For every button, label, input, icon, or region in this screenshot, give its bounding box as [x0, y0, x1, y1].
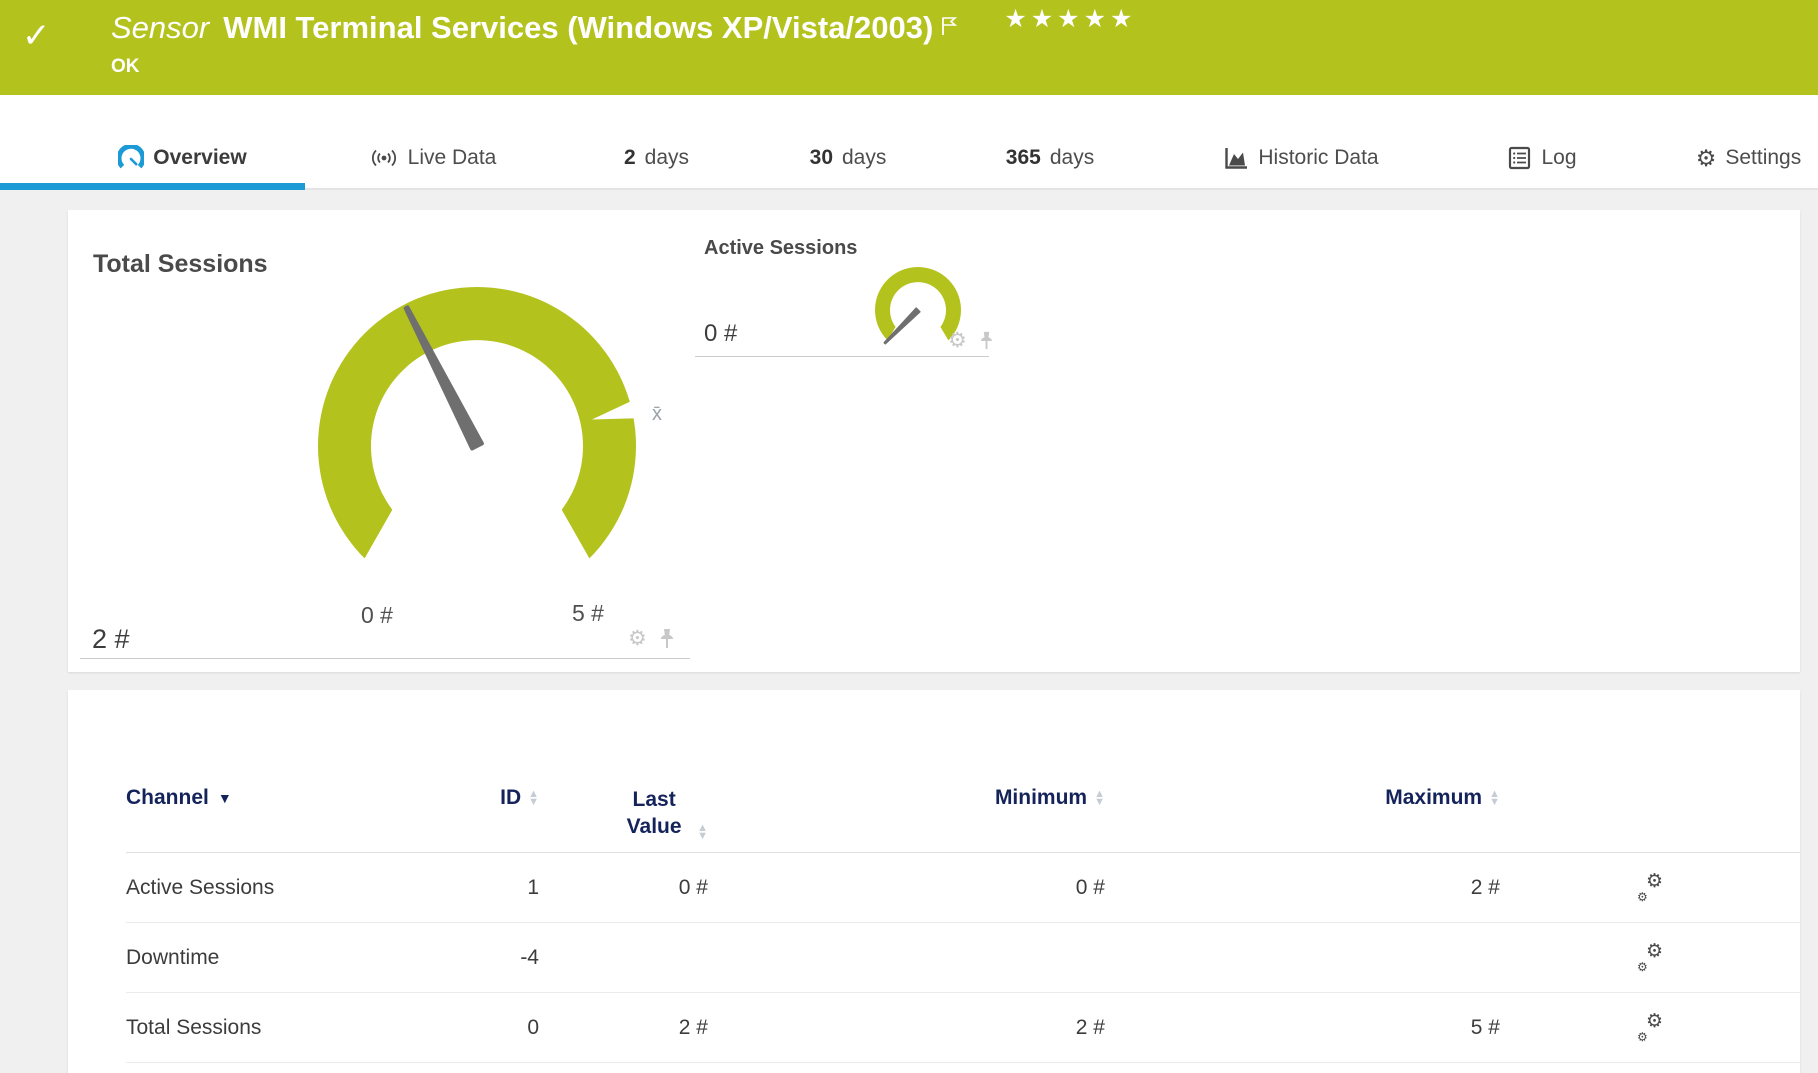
active-sessions-widget-controls: ⚙ [948, 328, 993, 353]
total-sessions-widget-controls: ⚙ [628, 626, 674, 651]
channel-name[interactable]: Total Sessions [126, 1016, 481, 1040]
channel-last-value: 0 # [679, 876, 708, 900]
status-badge: OK [111, 56, 140, 78]
tab-live-data[interactable]: Live Data [360, 141, 505, 175]
pin-icon[interactable] [660, 628, 674, 649]
column-header-maximum[interactable]: Maximum▲▼ [1385, 786, 1500, 810]
tab-365-days[interactable]: 365 days [995, 141, 1105, 175]
gauge-average-marker: x̄ [652, 403, 662, 425]
channel-id: 0 [527, 1016, 539, 1040]
widget-gear-icon[interactable]: ⚙ [628, 626, 647, 651]
column-header-minimum[interactable]: Minimum▲▼ [995, 786, 1105, 810]
total-sessions-value: 2 # [92, 624, 130, 655]
sensor-title-line: Sensor WMI Terminal Services (Windows XP/… [111, 10, 1136, 46]
status-check-icon: ✓ [22, 16, 51, 56]
gauge-max-label: 5 # [572, 600, 604, 627]
historic-data-icon [1223, 146, 1249, 171]
active-sessions-gauge-title: Active Sessions [704, 237, 857, 260]
tab-bar: Overview Live Data 2 days 30 days 365 da… [0, 95, 1818, 190]
column-header-channel[interactable]: Channel▼ [126, 786, 481, 810]
live-data-icon [369, 146, 399, 170]
tab-log[interactable]: Log [1503, 141, 1581, 175]
channel-maximum: 5 # [1471, 1016, 1500, 1040]
page-title: WMI Terminal Services (Windows XP/Vista/… [223, 10, 933, 45]
sorted-desc-icon: ▼ [218, 790, 232, 806]
sort-icons: ▲▼ [1094, 790, 1105, 806]
active-sessions-value: 0 # [704, 320, 737, 348]
table-header-row: Channel▼ ID▲▼ Last Value▲▼ Minimum▲▼ Max… [126, 690, 1800, 853]
table-row[interactable]: Active Sessions 1 0 # 0 # 2 # ⚙⚙ [126, 853, 1800, 923]
sort-icons: ▲▼ [528, 790, 539, 806]
object-kind-label: Sensor [111, 10, 209, 45]
channel-minimum: 0 # [1076, 876, 1105, 900]
tab-settings[interactable]: ⚙ Settings [1685, 141, 1812, 175]
channel-minimum: 2 # [1076, 1016, 1105, 1040]
channel-last-value: 2 # [679, 1016, 708, 1040]
total-sessions-gauge-title: Total Sessions [93, 250, 268, 279]
priority-stars[interactable]: ★★★★★ [1004, 4, 1136, 34]
tab-historic-data[interactable]: Historic Data [1204, 141, 1398, 175]
log-icon [1507, 146, 1532, 170]
channel-id: -4 [520, 946, 539, 970]
widget-divider [695, 356, 989, 357]
table-row[interactable]: Downtime -4 ⚙⚙ [126, 923, 1800, 993]
channel-name[interactable]: Active Sessions [126, 876, 481, 900]
pin-icon[interactable] [980, 331, 993, 350]
table-row[interactable]: Total Sessions 0 2 # 2 # 5 # ⚙⚙ [126, 993, 1800, 1063]
gauge-min-label: 0 # [361, 602, 393, 629]
tab-overview[interactable]: Overview [60, 141, 305, 175]
channel-settings-icon[interactable]: ⚙⚙ [1635, 873, 1665, 903]
tab-30-days[interactable]: 30 days [800, 141, 896, 175]
settings-gear-icon: ⚙ [1696, 145, 1717, 172]
flag-icon[interactable] [941, 8, 958, 44]
widget-gear-icon[interactable]: ⚙ [948, 328, 967, 353]
channel-name[interactable]: Downtime [126, 946, 481, 970]
sort-icons: ▲▼ [697, 824, 708, 840]
column-header-last-value[interactable]: Last Value▲▼ [618, 786, 708, 840]
gauges-panel: Total Sessions x̄ 0 # 5 # 2 # ⚙ Active S… [68, 210, 1800, 672]
channel-settings-icon[interactable]: ⚙⚙ [1635, 1013, 1665, 1043]
widget-divider [80, 658, 690, 659]
sort-icons: ▲▼ [1489, 790, 1500, 806]
channel-settings-icon[interactable]: ⚙⚙ [1635, 943, 1665, 973]
channel-table-panel: Channel▼ ID▲▼ Last Value▲▼ Minimum▲▼ Max… [68, 690, 1800, 1073]
channel-id: 1 [527, 876, 539, 900]
total-sessions-gauge: x̄ [312, 280, 692, 620]
sensor-header: ✓ Sensor WMI Terminal Services (Windows X… [0, 0, 1818, 95]
tab-2-days[interactable]: 2 days [613, 141, 700, 175]
channel-table: Channel▼ ID▲▼ Last Value▲▼ Minimum▲▼ Max… [68, 690, 1800, 1063]
column-header-id[interactable]: ID▲▼ [500, 786, 539, 810]
channel-maximum: 2 # [1471, 876, 1500, 900]
gauge-icon [118, 145, 144, 171]
